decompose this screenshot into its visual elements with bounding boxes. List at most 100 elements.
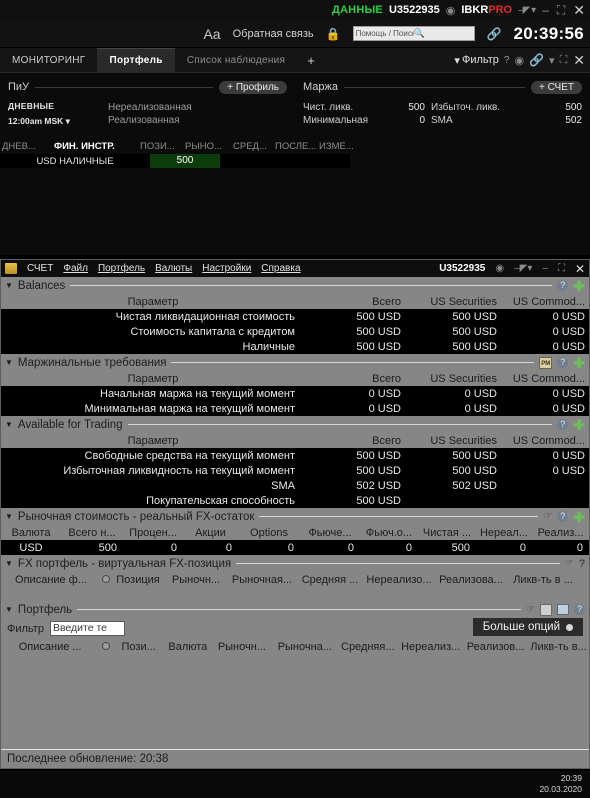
col-futures-options[interactable]: Фьюч.о... [360,527,418,539]
close-button[interactable]: ✕ [572,2,586,19]
hand-icon[interactable]: ☞ [526,604,535,615]
col-average[interactable]: Средняя... [337,641,398,653]
tab-watchlist[interactable]: Список наблюдения [175,48,298,72]
minimize-button[interactable]: – [542,263,548,274]
col-unrealized[interactable]: Нереализ... [398,641,463,653]
hand-icon[interactable]: ☞ [565,558,574,569]
col-market-price[interactable]: Рыночн... [211,641,272,653]
calendar-icon[interactable] [540,603,552,616]
pin-icon[interactable]: –◤ ▾ [518,5,536,16]
account-id-label[interactable]: U3522935 [389,4,440,16]
collapse-caret-icon[interactable]: ▼ [5,512,13,521]
window-icon[interactable] [557,604,569,615]
filter-input[interactable]: Введите те [49,621,125,636]
col-currency[interactable]: Валюта [1,527,61,539]
col-us-commodities[interactable]: US Commod... [497,296,589,308]
filter-button[interactable]: ▾ Фильтр [454,54,498,67]
col-parameter[interactable]: Параметр [1,435,305,447]
col-last[interactable]: ПОСЛЕ... [275,141,319,152]
col-total[interactable]: Всего [305,435,401,447]
col-market-value[interactable]: Рыночна... [272,641,337,653]
col-market[interactable]: РЫНО... [185,141,233,152]
col-description[interactable]: Описание ф... [1,574,101,586]
menu-file[interactable]: Файл [63,263,88,274]
help-icon[interactable]: ? [557,357,569,368]
collapse-caret-icon[interactable]: ▼ [5,358,13,367]
col-futures[interactable]: Фьюче... [300,527,360,539]
col-stocks[interactable]: Акции [183,527,238,539]
col-unrealized[interactable]: Нереализо... [363,574,435,586]
maximize-icon[interactable]: ⛶ [560,54,568,67]
menu-settings[interactable]: Настройки [202,263,251,274]
help-icon[interactable]: ? [574,604,585,615]
menu-currencies[interactable]: Валюты [155,263,192,274]
system-tray-clock[interactable]: 20:39 20.03.2020 [539,773,582,795]
margin-requirements-header[interactable]: ▼ Маржинальные требования PM ? ✚ [1,354,589,371]
table-row[interactable]: Избыточная ликвидность на текущий момент… [1,463,589,478]
col-change[interactable]: ИЗМЕ... [319,141,359,152]
balances-section-header[interactable]: ▼ Balances ? ✚ [1,277,589,294]
menu-portfolio[interactable]: Портфель [98,263,145,274]
help-icon[interactable]: ? [557,419,569,430]
col-currency[interactable]: Валюта [164,641,211,653]
col-liquidity[interactable]: Ликв-ть в ... [507,574,579,586]
table-row[interactable]: Свободные средства на текущий момент 500… [1,448,589,463]
col-market-value[interactable]: Рыночная... [227,574,297,586]
col-instrument[interactable]: ФИН. ИНСТР. [54,141,140,152]
col-total[interactable]: Всего [305,296,401,308]
col-us-securities[interactable]: US Securities [401,296,497,308]
gear-icon[interactable]: ◉ [514,54,524,67]
table-row[interactable]: SMA 502 USD 502 USD [1,478,589,493]
tab-add-button[interactable]: + [297,48,325,72]
search-input[interactable]: Помощь / Поиск тикера 🔍 [352,26,475,41]
pnl-period-time[interactable]: 12:00am MSK ▾ [8,116,108,127]
minimize-button[interactable]: – [541,3,550,17]
col-unrealized[interactable]: Нереал... [476,527,532,539]
col-us-securities[interactable]: US Securities [401,373,497,385]
fx-portfolio-header[interactable]: ▼ FX портфель - виртуальная FX-позиция ☞… [1,555,589,572]
col-market-price[interactable]: Рыночн... [165,574,227,586]
add-profile-button[interactable]: + Профиль [219,80,287,94]
col-us-commodities[interactable]: US Commod... [497,435,589,447]
collapse-caret-icon[interactable]: ▼ [5,559,13,568]
help-icon[interactable]: ? [557,511,569,522]
col-description[interactable]: Описание ... [1,641,99,653]
col-options[interactable]: Options [238,527,300,539]
close-button[interactable]: ✕ [575,262,585,276]
collapse-caret-icon[interactable]: ▼ [5,605,13,614]
col-position[interactable]: ПОЗИ... [140,141,185,152]
table-row[interactable]: USD 500 0 0 0 0 0 500 0 0 [1,540,589,555]
available-for-trading-header[interactable]: ▼ Available for Trading ? ✚ [1,416,589,433]
sort-dot-icon[interactable] [101,574,111,586]
help-icon[interactable]: ? [579,558,585,570]
chevron-down-icon[interactable]: ▾ [549,54,555,67]
help-icon[interactable]: ? [557,280,569,291]
table-row[interactable]: Наличные 500 USD 500 USD 0 USD [1,339,589,354]
col-average[interactable]: Средняя ... [297,574,363,586]
table-row[interactable]: USD НАЛИЧНЫЕ 500 [0,154,350,168]
col-net[interactable]: Чистая ... [418,527,476,539]
add-icon[interactable]: ✚ [573,356,585,370]
font-size-icon[interactable]: Aa [203,26,220,42]
add-account-button[interactable]: + СЧЕТ [531,80,582,94]
col-total[interactable]: Всего [305,373,401,385]
close-icon[interactable]: ✕ [572,52,586,69]
hand-icon[interactable]: ☞ [543,511,552,522]
feedback-link[interactable]: Обратная связь [233,28,314,40]
tab-portfolio[interactable]: Портфель [97,48,175,72]
add-icon[interactable]: ✚ [573,418,585,432]
portfolio-margin-icon[interactable]: PM [539,356,553,369]
help-icon[interactable]: ? [504,55,510,66]
more-options-button[interactable]: Больше опций [472,618,583,636]
collapse-caret-icon[interactable]: ▼ [5,420,13,429]
col-average[interactable]: СРЕД... [233,141,275,152]
menu-account[interactable]: СЧЕТ [27,263,53,274]
col-realized[interactable]: Реализова... [435,574,507,586]
col-total-cash[interactable]: Всего н... [61,527,123,539]
portfolio-header[interactable]: ▼ Портфель ☞ ? [1,601,589,618]
menu-help[interactable]: Справка [261,263,300,274]
col-position[interactable]: Пози... [113,641,164,653]
collapse-caret-icon[interactable]: ▼ [5,281,13,290]
gear-icon[interactable]: ◉ [446,4,456,17]
col-parameter[interactable]: Параметр [1,373,305,385]
